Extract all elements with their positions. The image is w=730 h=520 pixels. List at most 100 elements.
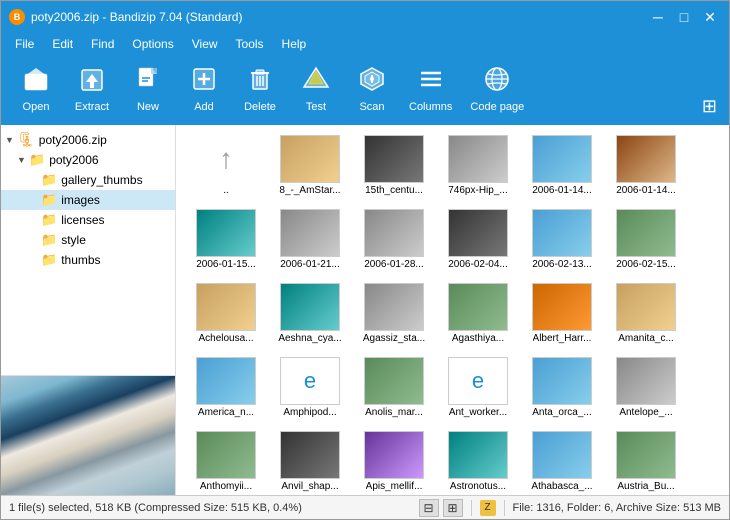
list-item[interactable]: Anolis_mar... <box>354 353 434 423</box>
file-grid: ↑ .. 8_-_AmStar... 15th_centu... 746px-H… <box>176 125 729 495</box>
title-bar: B poty2006.zip - Bandizip 7.04 (Standard… <box>1 1 729 33</box>
file-thumb <box>280 209 340 257</box>
list-item[interactable]: Astronotus... <box>438 427 518 495</box>
view-toggle-icon[interactable]: ⊞ <box>698 92 721 120</box>
close-button[interactable]: ✕ <box>699 8 721 26</box>
list-item[interactable]: Anta_orca_... <box>522 353 602 423</box>
file-thumb <box>616 431 676 479</box>
list-item[interactable]: 8_-_AmStar... <box>270 131 350 201</box>
test-icon <box>302 65 330 98</box>
tree-icon-style: 📁 <box>41 232 57 248</box>
file-thumb <box>532 357 592 405</box>
file-name: Amanita_c... <box>618 333 674 345</box>
file-thumb <box>532 431 592 479</box>
menu-find[interactable]: Find <box>83 35 122 53</box>
delete-button[interactable]: Delete <box>233 61 287 117</box>
list-item[interactable]: 2006-01-21... <box>270 205 350 275</box>
menu-view[interactable]: View <box>184 35 226 53</box>
list-item[interactable]: 15th_centu... <box>354 131 434 201</box>
file-name: Antelope_... <box>619 407 672 419</box>
file-name: 2006-01-14... <box>532 185 592 197</box>
extract-label: Extract <box>75 101 109 113</box>
tree-item-thumbs[interactable]: 📁 thumbs <box>1 250 175 270</box>
toolbar-right: ⊞ <box>698 96 721 117</box>
list-item[interactable]: Austria_Bu... <box>606 427 686 495</box>
open-label: Open <box>23 101 50 113</box>
preview-image <box>1 376 175 495</box>
tree-label-thumbs: thumbs <box>61 253 100 267</box>
list-item[interactable]: Apis_mellif... <box>354 427 434 495</box>
file-name: Achelousa... <box>198 333 253 345</box>
delete-label: Delete <box>244 101 276 113</box>
menu-options[interactable]: Options <box>124 35 181 53</box>
tree-item-images[interactable]: 📁 images <box>1 190 175 210</box>
new-button[interactable]: New <box>121 61 175 117</box>
file-item-parent[interactable]: ↑ .. <box>186 131 266 201</box>
list-item[interactable]: Antelope_... <box>606 353 686 423</box>
window-title: poty2006.zip - Bandizip 7.04 (Standard) <box>31 10 242 24</box>
file-name: Aeshna_cya... <box>278 333 341 345</box>
columns-button[interactable]: Columns <box>401 61 460 117</box>
tree-arrow-root: ▼ <box>5 135 17 145</box>
codepage-button[interactable]: Code page <box>462 61 532 117</box>
file-name: Anvil_shap... <box>281 481 338 493</box>
scan-button[interactable]: Scan <box>345 61 399 117</box>
tree-item-root[interactable]: ▼ 🗜 poty2006.zip <box>1 129 175 150</box>
file-name: Ant_worker... <box>449 407 507 419</box>
file-name: 2006-02-13... <box>532 259 592 271</box>
list-item[interactable]: 2006-02-13... <box>522 205 602 275</box>
file-thumb <box>616 357 676 405</box>
file-thumb <box>280 283 340 331</box>
main-area: ▼ 🗜 poty2006.zip ▼ 📁 poty2006 📁 gallery_… <box>1 125 729 495</box>
list-item[interactable]: Agassiz_sta... <box>354 279 434 349</box>
list-item[interactable]: 2006-02-15... <box>606 205 686 275</box>
list-item[interactable]: e Amphipod... <box>270 353 350 423</box>
status-list-view-button[interactable]: ⊟ <box>419 499 439 517</box>
list-item[interactable]: 2006-01-15... <box>186 205 266 275</box>
file-thumb <box>532 283 592 331</box>
maximize-button[interactable]: □ <box>673 8 695 26</box>
add-label: Add <box>194 101 214 113</box>
file-name: Anthomyii... <box>200 481 252 493</box>
list-item[interactable]: Albert_Harr... <box>522 279 602 349</box>
tree-item-licenses[interactable]: 📁 licenses <box>1 210 175 230</box>
status-grid-view-button[interactable]: ⊞ <box>443 499 463 517</box>
list-item[interactable]: Agasthiya... <box>438 279 518 349</box>
file-name: Amphipod... <box>283 407 336 419</box>
codepage-label: Code page <box>470 101 524 113</box>
list-item[interactable]: 2006-01-14... <box>606 131 686 201</box>
list-item[interactable]: Athabasca_... <box>522 427 602 495</box>
list-item[interactable]: e Ant_worker... <box>438 353 518 423</box>
extract-button[interactable]: Extract <box>65 62 119 117</box>
menu-tools[interactable]: Tools <box>228 35 272 53</box>
menu-help[interactable]: Help <box>274 35 315 53</box>
list-item[interactable]: 746px-Hip_... <box>438 131 518 201</box>
list-item[interactable]: Achelousa... <box>186 279 266 349</box>
list-item[interactable]: 2006-01-14... <box>522 131 602 201</box>
tree-item-gallery-thumbs[interactable]: 📁 gallery_thumbs <box>1 170 175 190</box>
add-button[interactable]: Add <box>177 61 231 117</box>
menu-edit[interactable]: Edit <box>44 35 81 53</box>
list-item[interactable]: America_n... <box>186 353 266 423</box>
columns-label: Columns <box>409 101 452 113</box>
main-window: B poty2006.zip - Bandizip 7.04 (Standard… <box>0 0 730 520</box>
list-item[interactable]: Amanita_c... <box>606 279 686 349</box>
file-thumb <box>448 209 508 257</box>
tree-item-style[interactable]: 📁 style <box>1 230 175 250</box>
list-item[interactable]: 2006-01-28... <box>354 205 434 275</box>
list-item[interactable]: Anvil_shap... <box>270 427 350 495</box>
new-icon <box>134 65 162 98</box>
tree-item-poty2006[interactable]: ▼ 📁 poty2006 <box>1 150 175 170</box>
file-thumb <box>532 209 592 257</box>
file-name: Astronotus... <box>450 481 506 493</box>
file-thumb <box>364 209 424 257</box>
menu-file[interactable]: File <box>7 35 42 53</box>
minimize-button[interactable]: ─ <box>647 8 669 26</box>
list-item[interactable]: Anthomyii... <box>186 427 266 495</box>
tree-label-licenses: licenses <box>61 213 104 227</box>
test-button[interactable]: Test <box>289 61 343 117</box>
open-button[interactable]: Open <box>9 62 63 117</box>
list-item[interactable]: Aeshna_cya... <box>270 279 350 349</box>
new-label: New <box>137 101 159 113</box>
list-item[interactable]: 2006-02-04... <box>438 205 518 275</box>
